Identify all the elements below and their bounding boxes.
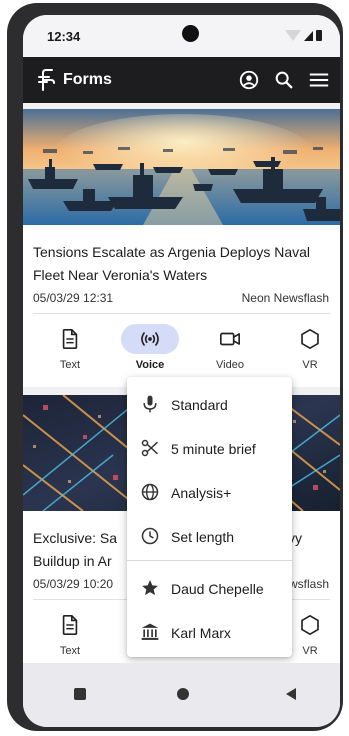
scissors-icon <box>141 439 159 457</box>
menu-item-label: Analysis+ <box>171 485 232 501</box>
search-icon[interactable] <box>273 69 295 91</box>
phone-frame: 12:34 Forms Tensions Escalate as Argenia… <box>7 3 343 731</box>
voice-format-button[interactable]: Voice <box>120 322 180 378</box>
status-time: 12:34 <box>47 29 81 44</box>
back-square-icon[interactable] <box>74 688 86 700</box>
action-label: VR <box>302 359 318 371</box>
article-date: 05/03/29 10:20 <box>33 577 114 591</box>
broadcast-icon <box>141 332 159 346</box>
hexagon-icon <box>301 329 319 349</box>
forms-logo-icon[interactable] <box>36 69 56 91</box>
status-bar: 12:34 <box>23 15 340 57</box>
system-nav-bar <box>23 663 340 727</box>
menu-item-karl-marx[interactable]: Karl Marx <box>127 611 292 655</box>
account-circle-icon[interactable] <box>238 69 260 91</box>
document-icon <box>62 615 78 635</box>
menu-item-label: Standard <box>171 397 228 413</box>
divider <box>33 313 330 314</box>
menu-item-label: Daud Chepelle <box>171 581 264 597</box>
headline-line2: Buildup in Ar <box>33 553 112 569</box>
clock-icon <box>141 527 159 545</box>
text-format-button[interactable]: Text <box>40 322 100 378</box>
hexagon-icon <box>301 615 319 635</box>
app-title: Forms <box>63 71 112 88</box>
recents-triangle-icon[interactable] <box>286 688 296 700</box>
globe-icon <box>141 483 159 501</box>
menu-item-daud-chepelle[interactable]: Daud Chepelle <box>127 567 292 611</box>
menu-item-label: Set length <box>171 529 235 545</box>
wifi-icon <box>285 30 301 41</box>
action-label: Voice <box>135 359 165 371</box>
video-format-button[interactable]: Video <box>200 322 260 378</box>
article-headline[interactable]: Tensions Escalate as Argenia Deploys Nav… <box>33 241 333 287</box>
text-format-button[interactable]: Text <box>40 608 100 663</box>
action-label: Video <box>216 359 244 371</box>
status-icons <box>285 30 322 41</box>
menu-icon[interactable] <box>308 69 330 91</box>
action-label: Text <box>59 645 81 657</box>
vr-format-button[interactable]: VR <box>280 322 340 378</box>
battery-icon <box>316 30 322 41</box>
article-date: 05/03/29 12:31 <box>33 291 114 305</box>
app-bar: Forms <box>23 57 340 103</box>
menu-divider <box>127 560 292 561</box>
menu-item-standard[interactable]: Standard <box>127 383 292 427</box>
article-format-actions: Text Voice Video VR <box>23 322 340 382</box>
action-label: Text <box>59 359 81 371</box>
document-icon <box>62 329 78 349</box>
video-camera-icon <box>220 332 240 346</box>
headline-visible-left: Exclusive: Sa <box>33 530 118 546</box>
camera-cutout <box>182 25 199 42</box>
article-card[interactable]: Tensions Escalate as Argenia Deploys Nav… <box>23 109 340 387</box>
voice-options-menu[interactable]: Standard 5 minute brief Analysis+ Set le… <box>127 377 292 657</box>
museum-icon <box>141 623 159 640</box>
menu-item-5-minute-brief[interactable]: 5 minute brief <box>127 427 292 471</box>
home-circle-icon[interactable] <box>177 688 189 700</box>
menu-item-analysis-plus[interactable]: Analysis+ <box>127 471 292 515</box>
star-icon <box>142 580 158 596</box>
signal-icon <box>304 31 313 41</box>
menu-item-set-length[interactable]: Set length <box>127 515 292 559</box>
menu-item-label: 5 minute brief <box>171 441 256 457</box>
naval-fleet-image[interactable] <box>23 109 340 225</box>
screen: 12:34 Forms Tensions Escalate as Argenia… <box>23 15 340 727</box>
microphone-icon <box>143 395 157 413</box>
menu-item-label: Karl Marx <box>171 625 231 641</box>
article-source: Neon Newsflash <box>241 291 329 305</box>
